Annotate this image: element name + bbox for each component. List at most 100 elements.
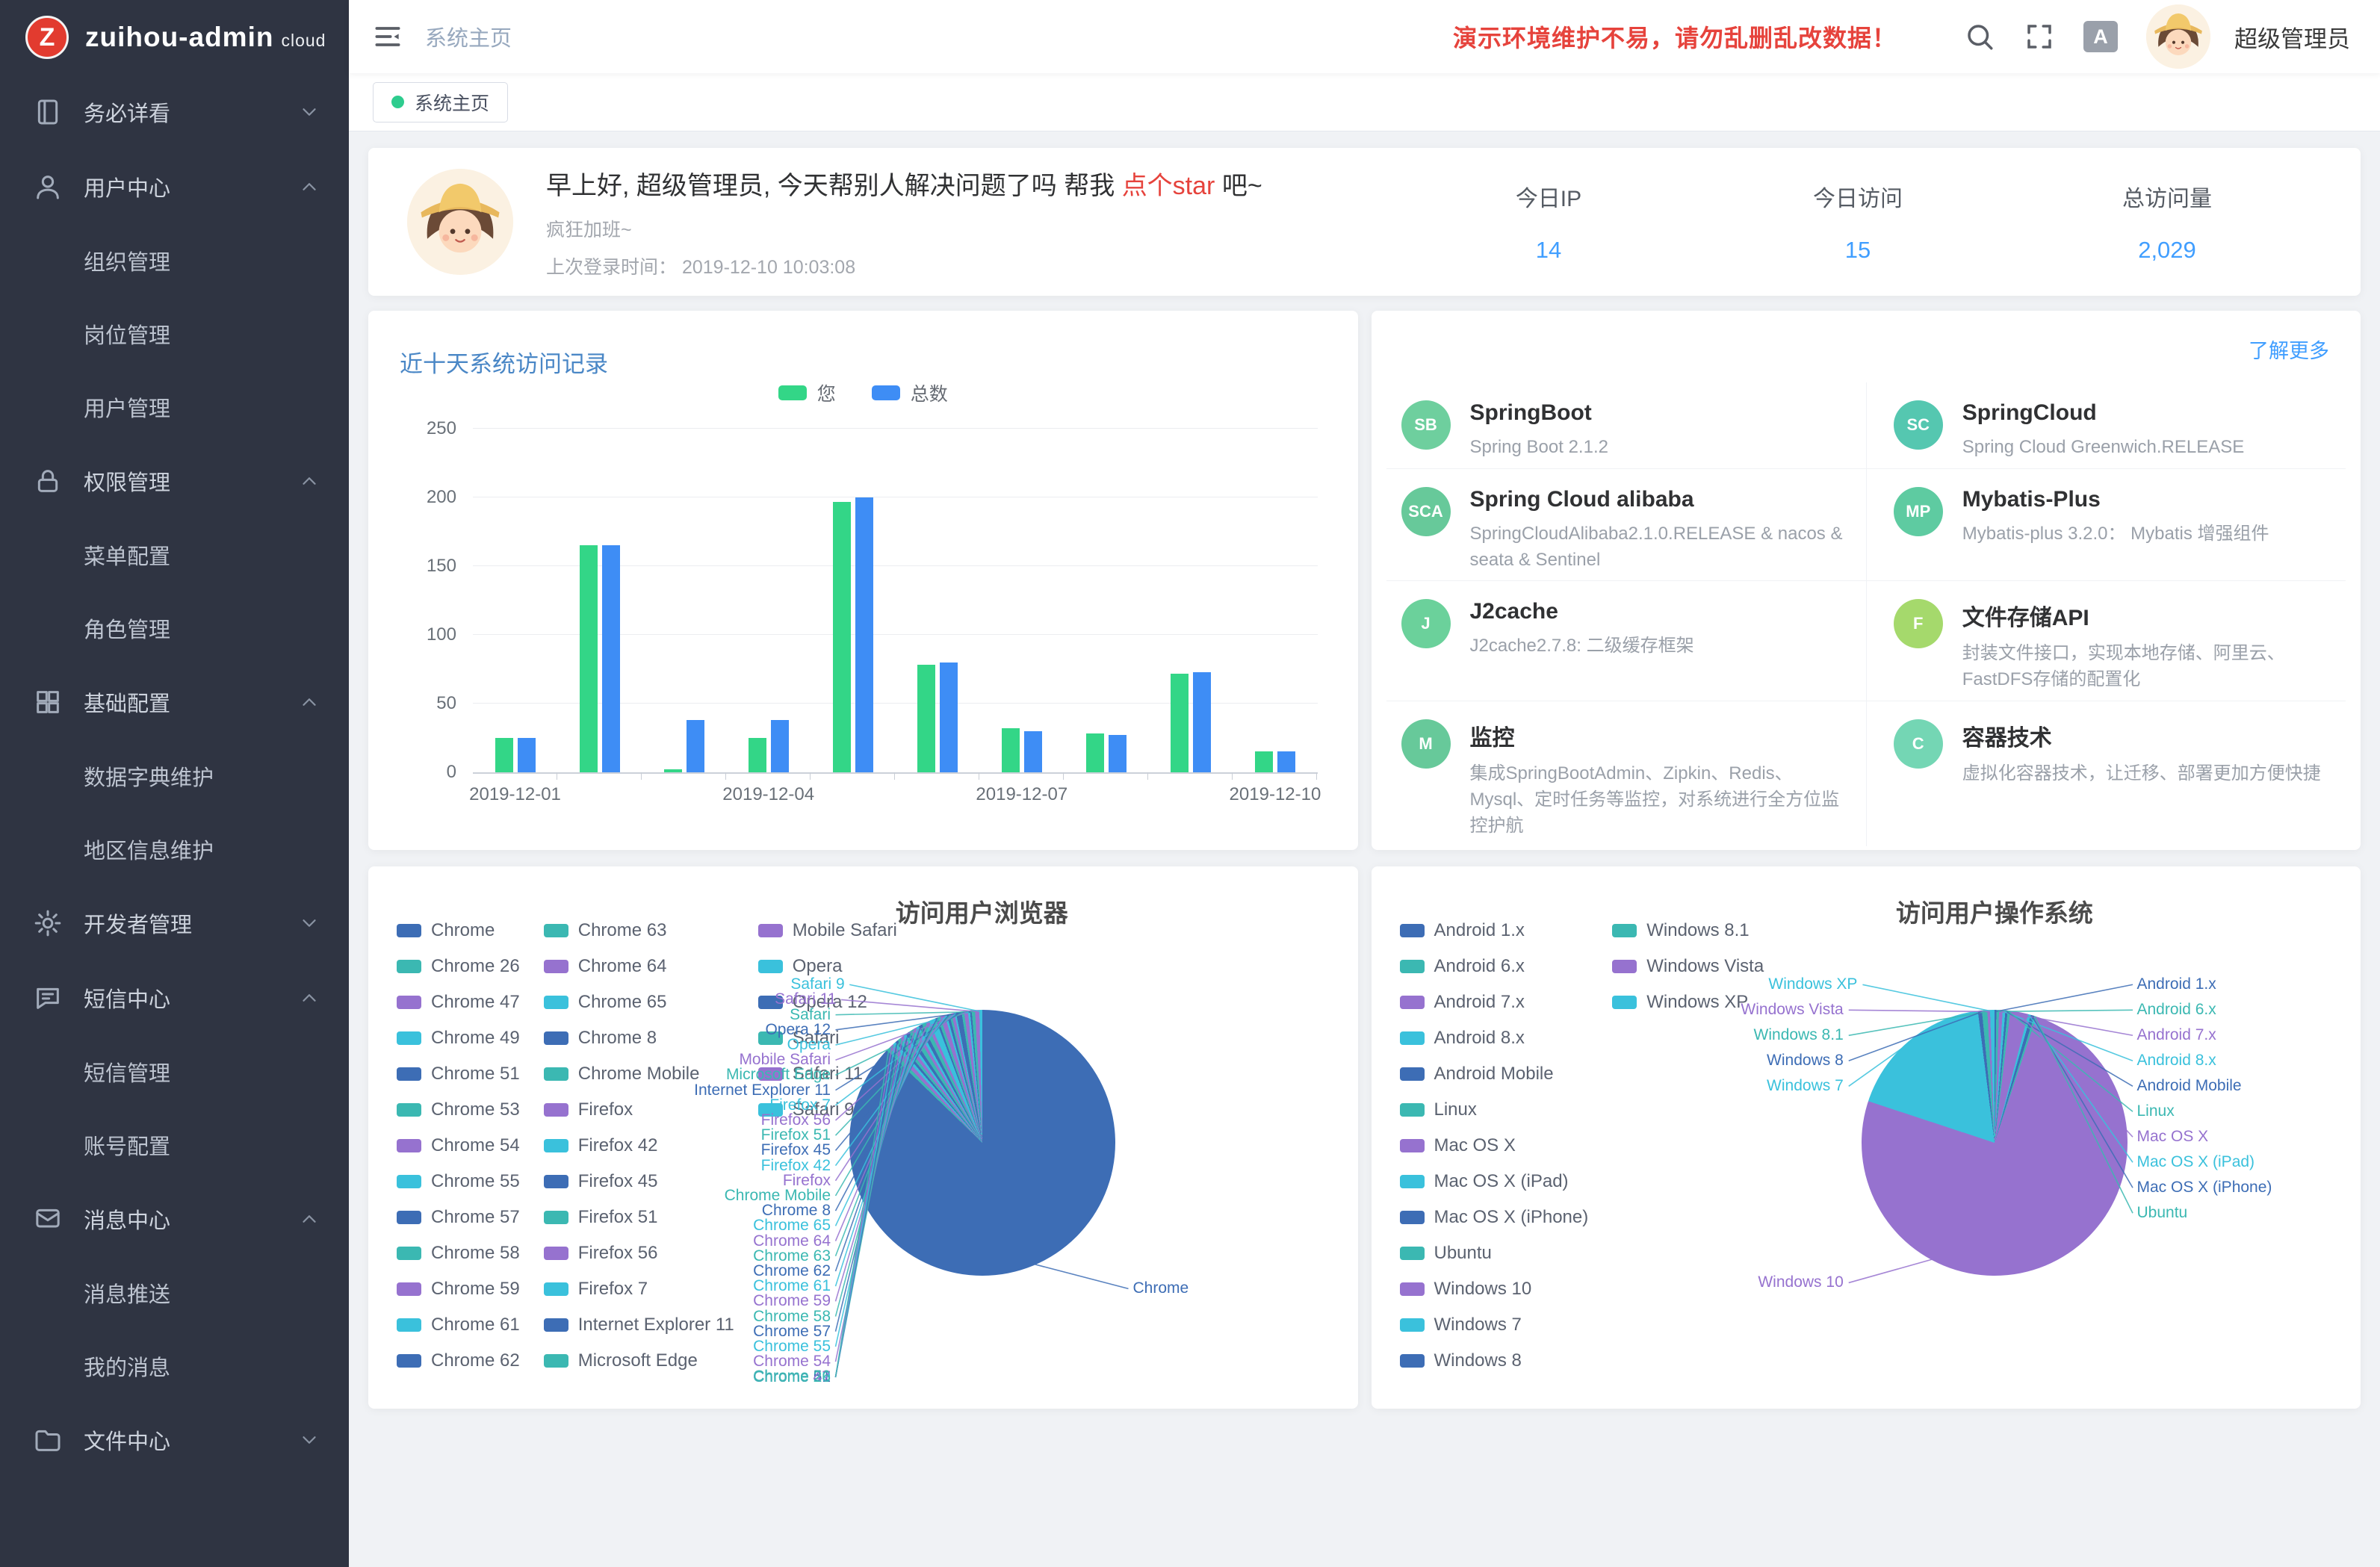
legend-item-chrome-65[interactable]: Chrome 65 [544,984,734,1020]
sidebar-subitem-5-0[interactable]: 短信管理 [0,1035,349,1108]
legend-item-chrome-64[interactable]: Chrome 64 [544,949,734,984]
legend-item-ubuntu[interactable]: Ubuntu [1400,1235,1589,1271]
learn-more-link[interactable]: 了解更多 [2249,335,2329,364]
feature-card-6[interactable]: M监控集成SpringBootAdmin、Zipkin、Redis、Mysql、… [1386,701,1866,846]
feature-card-2[interactable]: SCASpring Cloud alibabaSpringCloudAlibab… [1386,469,1866,582]
feature-card-0[interactable]: SBSpringBootSpring Boot 2.1.2 [1386,382,1866,469]
sidebar-subitem-6-0[interactable]: 消息推送 [0,1256,349,1329]
legend-item-linux[interactable]: Linux [1400,1092,1589,1128]
star-link[interactable]: 点个star [1122,172,1215,200]
legend-item-android-8-x[interactable]: Android 8.x [1400,1020,1589,1056]
feature-card-1[interactable]: SCSpringCloudSpring Cloud Greenwich.RELE… [1866,382,2346,469]
legend-item-chrome-55[interactable]: Chrome 55 [397,1164,520,1200]
legend-swatch [397,1247,421,1260]
legend-item-mac-os-x-iphone-[interactable]: Mac OS X (iPhone) [1400,1200,1589,1235]
legend-item-chrome-63[interactable]: Chrome 63 [544,913,734,949]
legend-item-chrome-54[interactable]: Chrome 54 [397,1128,520,1164]
bar-group-4[interactable] [811,429,895,772]
legend-item-firefox-42[interactable]: Firefox 42 [544,1128,734,1164]
sidebar-subitem-5-1[interactable]: 账号配置 [0,1108,349,1182]
sidebar-subitem-3-1[interactable]: 地区信息维护 [0,813,349,886]
feature-card-5[interactable]: F文件存储API封装文件接口，实现本地存储、阿里云、FastDFS存储的配置化 [1866,581,2346,701]
app-logo[interactable]: Z zuihou-admincloud [0,0,349,75]
legend-item-chrome-49[interactable]: Chrome 49 [397,1020,520,1056]
feature-card-7[interactable]: C容器技术虚拟化容器技术，让迁移、部署更加方便快捷 [1866,701,2346,846]
sidebar-item-4[interactable]: 开发者管理 [0,886,349,961]
username[interactable]: 超级管理员 [2234,20,2350,54]
legend-item-chrome-58[interactable]: Chrome 58 [397,1235,520,1271]
fullscreen-icon[interactable] [2024,21,2055,52]
sidebar-item-3[interactable]: 基础配置 [0,665,349,739]
bar-legend-item-0[interactable]: 您 [778,379,836,406]
legend-item-mobile-safari[interactable]: Mobile Safari [758,913,897,949]
legend-item-opera-12[interactable]: Opera 12 [758,984,897,1020]
legend-item-chrome-26[interactable]: Chrome 26 [397,949,520,984]
sidebar-item-6[interactable]: 消息中心 [0,1182,349,1256]
feature-card-4[interactable]: JJ2cacheJ2cache2.7.8: 二级缓存框架 [1386,581,1866,701]
search-icon[interactable] [1964,21,1995,52]
legend-item-chrome-47[interactable]: Chrome 47 [397,984,520,1020]
sidebar-subitem-6-1[interactable]: 我的消息 [0,1329,349,1403]
sidebar-item-7[interactable]: 文件中心 [0,1403,349,1477]
bar-legend-item-1[interactable]: 总数 [872,379,948,406]
user-avatar[interactable] [2146,4,2210,69]
legend-item-firefox-7[interactable]: Firefox 7 [544,1271,734,1307]
bar-group-2[interactable] [642,429,726,772]
sidebar-item-2[interactable]: 权限管理 [0,444,349,518]
sidebar-item-0[interactable]: 务必详看 [0,75,349,149]
legend-item-internet-explorer-11[interactable]: Internet Explorer 11 [544,1307,734,1343]
legend-item-chrome-51[interactable]: Chrome 51 [397,1056,520,1092]
bar-group-9[interactable]: 2019-12-10 [1233,429,1317,772]
bar-group-3[interactable]: 2019-12-04 [726,429,811,772]
legend-item-windows-8-1[interactable]: Windows 8.1 [1612,913,1764,949]
legend-item-firefox[interactable]: Firefox [544,1092,734,1128]
menu-fold-icon[interactable] [371,20,404,53]
legend-item-windows-xp[interactable]: Windows XP [1612,984,1764,1020]
legend-item-chrome-62[interactable]: Chrome 62 [397,1343,520,1379]
legend-item-firefox-56[interactable]: Firefox 56 [544,1235,734,1271]
legend-swatch [397,996,421,1009]
bar-group-6[interactable]: 2019-12-07 [979,429,1064,772]
legend-item-windows-8[interactable]: Windows 8 [1400,1343,1589,1379]
legend-item-chrome-53[interactable]: Chrome 53 [397,1092,520,1128]
legend-item-android-6-x[interactable]: Android 6.x [1400,949,1589,984]
legend-item-chrome-8[interactable]: Chrome 8 [544,1020,734,1056]
bar-group-0[interactable]: 2019-12-01 [473,429,557,772]
sidebar-subitem-1-1[interactable]: 岗位管理 [0,297,349,370]
legend-item-chrome-61[interactable]: Chrome 61 [397,1307,520,1343]
legend-item-windows-10[interactable]: Windows 10 [1400,1271,1589,1307]
legend-item-firefox-51[interactable]: Firefox 51 [544,1200,734,1235]
feature-card-3[interactable]: MPMybatis-PlusMybatis-plus 3.2.0： Mybati… [1866,469,2346,582]
bar-group-5[interactable] [895,429,979,772]
font-size-icon[interactable]: A [2083,21,2118,52]
legend-item-android-mobile[interactable]: Android Mobile [1400,1056,1589,1092]
legend-item-windows-7[interactable]: Windows 7 [1400,1307,1589,1343]
legend-item-windows-vista[interactable]: Windows Vista [1612,949,1764,984]
bar-group-8[interactable] [1148,429,1233,772]
bar-group-7[interactable] [1064,429,1148,772]
sidebar-subitem-3-0[interactable]: 数据字典维护 [0,739,349,813]
legend-item-chrome-57[interactable]: Chrome 57 [397,1200,520,1235]
sidebar-subitem-2-0[interactable]: 菜单配置 [0,518,349,592]
legend-item-safari[interactable]: Safari [758,1020,897,1056]
legend-item-firefox-45[interactable]: Firefox 45 [544,1164,734,1200]
legend-item-microsoft-edge[interactable]: Microsoft Edge [544,1343,734,1379]
sidebar-item-1[interactable]: 用户中心 [0,149,349,224]
legend-item-android-7-x[interactable]: Android 7.x [1400,984,1589,1020]
legend-item-chrome-59[interactable]: Chrome 59 [397,1271,520,1307]
legend-item-chrome-mobile[interactable]: Chrome Mobile [544,1056,734,1092]
bar-group-1[interactable] [557,429,642,772]
legend-item-opera[interactable]: Opera [758,949,897,984]
legend-item-chrome[interactable]: Chrome [397,913,520,949]
visits-bar-chart[interactable]: 0501001502002502019-12-012019-12-042019-… [395,429,1324,774]
sidebar-subitem-1-2[interactable]: 用户管理 [0,370,349,444]
legend-item-mac-os-x[interactable]: Mac OS X [1400,1128,1589,1164]
sidebar-subitem-2-1[interactable]: 角色管理 [0,592,349,665]
legend-item-android-1-x[interactable]: Android 1.x [1400,913,1589,949]
browser-pie[interactable] [849,1010,1115,1276]
sidebar-subitem-1-0[interactable]: 组织管理 [0,224,349,297]
os-pie[interactable] [1862,1010,2128,1276]
legend-item-mac-os-x-ipad-[interactable]: Mac OS X (iPad) [1400,1164,1589,1200]
sidebar-item-5[interactable]: 短信中心 [0,961,349,1035]
tab-home[interactable]: 系统主页 [373,82,508,122]
